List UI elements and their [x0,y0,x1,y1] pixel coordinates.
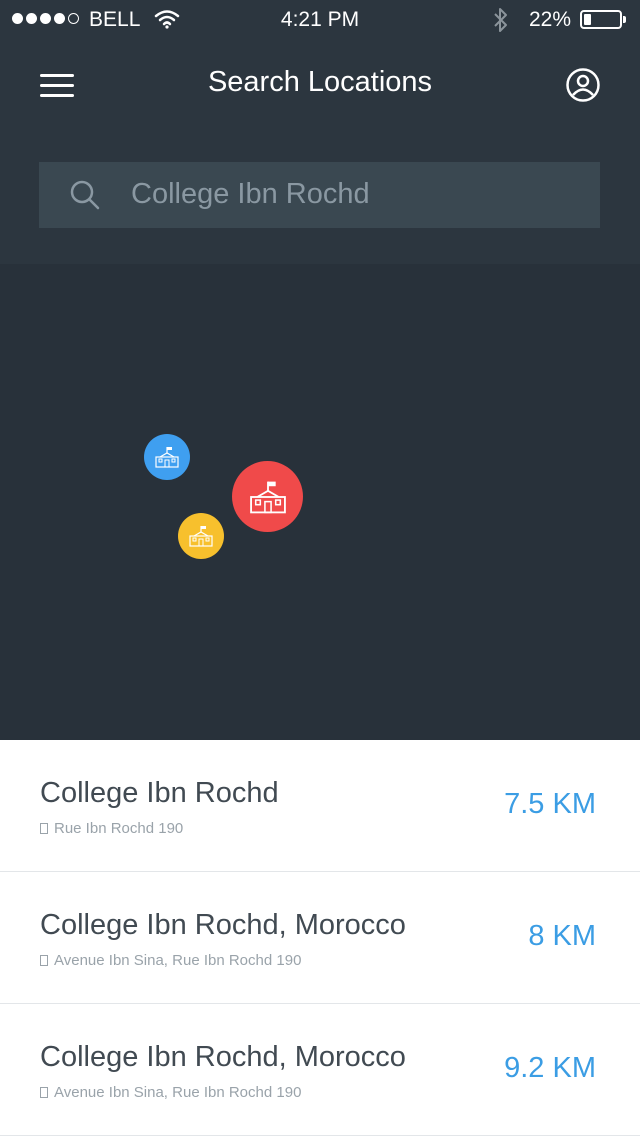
location-distance: 8 KM [528,920,596,952]
school-building-icon [189,526,213,547]
map-marker-yellow[interactable] [178,513,224,559]
search-input[interactable]: College Ibn Rochd [39,162,600,228]
location-pin-icon [40,955,48,966]
location-distance: 9.2 KM [504,1052,596,1084]
search-icon [70,180,100,210]
location-name: College Ibn Rochd [40,777,279,809]
location-pin-icon [40,1087,48,1098]
location-distance: 7.5 KM [504,788,596,820]
status-bar: BELL 4:21 PM 22% [0,0,640,40]
location-name: College Ibn Rochd, Morocco [40,1041,406,1073]
location-address: Avenue Ibn Sina, Rue Ibn Rochd 190 [40,1084,301,1101]
user-profile-icon[interactable] [565,67,601,103]
school-building-icon [249,481,286,513]
location-pin-icon [40,823,48,834]
battery-icon [580,10,626,29]
location-address: Rue Ibn Rochd 190 [40,820,183,837]
map-marker-blue[interactable] [144,434,190,480]
school-building-icon [155,447,179,468]
list-item[interactable]: College Ibn Rochd Rue Ibn Rochd 190 7.5 … [0,740,640,872]
bluetooth-icon [494,8,507,32]
location-address: Avenue Ibn Sina, Rue Ibn Rochd 190 [40,952,301,969]
battery-percent: 22% [529,8,572,31]
search-value: College Ibn Rochd [131,178,370,210]
location-name: College Ibn Rochd, Morocco [40,909,406,941]
page-title: Search Locations [207,66,433,98]
map-marker-red[interactable] [232,461,303,532]
results-list: College Ibn Rochd Rue Ibn Rochd 190 7.5 … [0,740,640,1136]
list-item[interactable]: College Ibn Rochd, Morocco Avenue Ibn Si… [0,872,640,1004]
map-area[interactable]: BELL 4:21 PM 22% Search Locations Colleg… [0,0,640,740]
list-item[interactable]: College Ibn Rochd, Morocco Avenue Ibn Si… [0,1004,640,1136]
